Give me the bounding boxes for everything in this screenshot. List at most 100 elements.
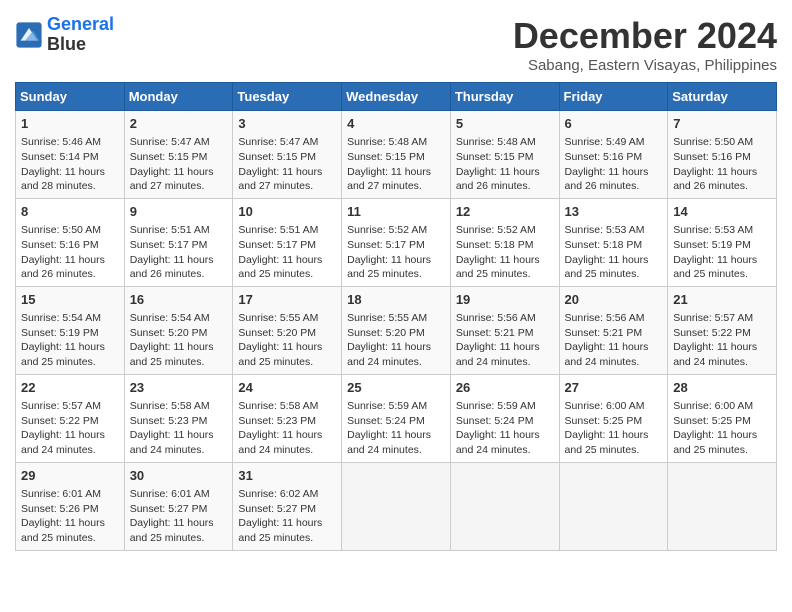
day-number: 4 <box>347 115 445 133</box>
calendar-cell: 10 Sunrise: 5:51 AMSunset: 5:17 PMDayligh… <box>233 198 342 286</box>
weekday-header-row: SundayMondayTuesdayWednesdayThursdayFrid… <box>16 83 777 111</box>
day-info-line: Sunset: 5:18 PM <box>565 238 663 253</box>
weekday-header: Friday <box>559 83 668 111</box>
day-info-line: Daylight: 11 hours and 25 minutes. <box>238 340 336 369</box>
day-info-line: Sunset: 5:17 PM <box>130 238 228 253</box>
calendar-cell <box>450 462 559 550</box>
day-number: 27 <box>565 379 663 397</box>
day-info-line: Sunset: 5:16 PM <box>21 238 119 253</box>
calendar-cell: 15Sunrise: 5:54 AMSunset: 5:19 PMDayligh… <box>16 286 125 374</box>
calendar-cell: 16Sunrise: 5:54 AMSunset: 5:20 PMDayligh… <box>124 286 233 374</box>
day-info-line: Sunrise: 6:00 AM <box>673 399 771 414</box>
day-info-line: Sunrise: 5:57 AM <box>21 399 119 414</box>
day-number: 15 <box>21 291 119 309</box>
day-number: 25 <box>347 379 445 397</box>
calendar-cell: 22Sunrise: 5:57 AMSunset: 5:22 PMDayligh… <box>16 374 125 462</box>
day-info-line: Daylight: 11 hours and 25 minutes. <box>21 340 119 369</box>
day-info-line: Sunset: 5:15 PM <box>456 150 554 165</box>
day-info-line: Sunset: 5:15 PM <box>238 150 336 165</box>
day-info-line: Sunset: 5:22 PM <box>673 326 771 341</box>
day-info-line: Sunset: 5:18 PM <box>456 238 554 253</box>
day-info-line: Sunrise: 5:51 AM <box>238 223 336 238</box>
day-info-line: Daylight: 11 hours and 25 minutes. <box>238 253 336 282</box>
day-info-line: Daylight: 11 hours and 26 minutes. <box>130 253 228 282</box>
day-info-line: Sunset: 5:19 PM <box>673 238 771 253</box>
day-info-line: Sunset: 5:27 PM <box>238 502 336 517</box>
calendar-cell: 18Sunrise: 5:55 AMSunset: 5:20 PMDayligh… <box>342 286 451 374</box>
day-info-line: Sunset: 5:20 PM <box>347 326 445 341</box>
calendar-cell: 21Sunrise: 5:57 AMSunset: 5:22 PMDayligh… <box>668 286 777 374</box>
day-info-line: Sunrise: 5:53 AM <box>673 223 771 238</box>
day-number: 12 <box>456 203 554 221</box>
day-info-line: Sunrise: 5:48 AM <box>456 135 554 150</box>
day-info-line: Daylight: 11 hours and 25 minutes. <box>21 516 119 545</box>
day-info-line: Sunrise: 5:47 AM <box>238 135 336 150</box>
day-number: 21 <box>673 291 771 309</box>
calendar-cell: 23Sunrise: 5:58 AMSunset: 5:23 PMDayligh… <box>124 374 233 462</box>
day-number: 3 <box>238 115 336 133</box>
calendar-cell: 5Sunrise: 5:48 AMSunset: 5:15 PMDaylight… <box>450 111 559 199</box>
calendar-cell: 20Sunrise: 5:56 AMSunset: 5:21 PMDayligh… <box>559 286 668 374</box>
calendar-cell: 7Sunrise: 5:50 AMSunset: 5:16 PMDaylight… <box>668 111 777 199</box>
day-info-line: Sunset: 5:26 PM <box>21 502 119 517</box>
day-info-line: Sunrise: 5:59 AM <box>456 399 554 414</box>
day-number: 8 <box>21 203 119 221</box>
day-info-line: Daylight: 11 hours and 26 minutes. <box>21 253 119 282</box>
day-info-line: Sunrise: 5:50 AM <box>21 223 119 238</box>
calendar-cell: 29Sunrise: 6:01 AMSunset: 5:26 PMDayligh… <box>16 462 125 550</box>
day-number: 2 <box>130 115 228 133</box>
calendar-cell: 13Sunrise: 5:53 AMSunset: 5:18 PMDayligh… <box>559 198 668 286</box>
calendar-cell: 1 Sunrise: 5:46 AMSunset: 5:14 PMDaylight… <box>16 111 125 199</box>
day-info-line: Sunrise: 5:56 AM <box>565 311 663 326</box>
month-title: December 2024 <box>513 15 777 57</box>
calendar-cell: 6Sunrise: 5:49 AMSunset: 5:16 PMDaylight… <box>559 111 668 199</box>
weekday-header: Monday <box>124 83 233 111</box>
day-info-line: Sunset: 5:16 PM <box>673 150 771 165</box>
calendar-cell: 27Sunrise: 6:00 AMSunset: 5:25 PMDayligh… <box>559 374 668 462</box>
day-number: 23 <box>130 379 228 397</box>
day-info-line: Sunrise: 5:58 AM <box>238 399 336 414</box>
calendar-week-row: 15Sunrise: 5:54 AMSunset: 5:19 PMDayligh… <box>16 286 777 374</box>
calendar-week-row: 8Sunrise: 5:50 AMSunset: 5:16 PMDaylight… <box>16 198 777 286</box>
day-number: 9 <box>130 203 228 221</box>
day-info-line: Daylight: 11 hours and 24 minutes. <box>456 428 554 457</box>
day-info-line: Sunrise: 5:49 AM <box>565 135 663 150</box>
calendar-cell: 4Sunrise: 5:48 AMSunset: 5:15 PMDaylight… <box>342 111 451 199</box>
day-info-line: Sunset: 5:22 PM <box>21 414 119 429</box>
calendar-cell <box>559 462 668 550</box>
calendar-cell: 9 Sunrise: 5:51 AMSunset: 5:17 PMDaylight… <box>124 198 233 286</box>
day-number: 10 <box>238 203 336 221</box>
day-info-line: Sunrise: 5:50 AM <box>673 135 771 150</box>
day-number: 28 <box>673 379 771 397</box>
calendar-cell: 17Sunrise: 5:55 AMSunset: 5:20 PMDayligh… <box>233 286 342 374</box>
day-info-line: Sunset: 5:15 PM <box>130 150 228 165</box>
day-info-line: Sunset: 5:24 PM <box>347 414 445 429</box>
calendar-table: SundayMondayTuesdayWednesdayThursdayFrid… <box>15 82 777 551</box>
day-number: 17 <box>238 291 336 309</box>
day-info-line: Sunset: 5:17 PM <box>238 238 336 253</box>
day-number: 14 <box>673 203 771 221</box>
day-info-line: Sunrise: 5:54 AM <box>21 311 119 326</box>
day-info-line: Daylight: 11 hours and 25 minutes. <box>130 516 228 545</box>
day-info-line: Sunrise: 5:54 AM <box>130 311 228 326</box>
calendar-cell <box>668 462 777 550</box>
day-info-line: Sunset: 5:23 PM <box>238 414 336 429</box>
day-info-line: Sunset: 5:14 PM <box>21 150 119 165</box>
day-info-line: Sunrise: 5:56 AM <box>456 311 554 326</box>
day-info-line: Daylight: 11 hours and 28 minutes. <box>21 165 119 194</box>
day-info-line: Daylight: 11 hours and 24 minutes. <box>673 340 771 369</box>
day-info-line: Daylight: 11 hours and 27 minutes. <box>238 165 336 194</box>
day-info-line: Sunrise: 6:01 AM <box>130 487 228 502</box>
day-info-line: Daylight: 11 hours and 25 minutes. <box>673 428 771 457</box>
calendar-cell: 14Sunrise: 5:53 AMSunset: 5:19 PMDayligh… <box>668 198 777 286</box>
day-info-line: Sunrise: 5:53 AM <box>565 223 663 238</box>
day-info-line: Daylight: 11 hours and 25 minutes. <box>565 253 663 282</box>
day-info-line: Sunrise: 5:48 AM <box>347 135 445 150</box>
day-info-line: Sunrise: 5:51 AM <box>130 223 228 238</box>
day-number: 1 <box>21 115 119 133</box>
day-number: 5 <box>456 115 554 133</box>
day-info-line: Daylight: 11 hours and 25 minutes. <box>238 516 336 545</box>
day-info-line: Sunrise: 5:46 AM <box>21 135 119 150</box>
day-info-line: Sunset: 5:25 PM <box>673 414 771 429</box>
day-info-line: Sunrise: 5:55 AM <box>238 311 336 326</box>
